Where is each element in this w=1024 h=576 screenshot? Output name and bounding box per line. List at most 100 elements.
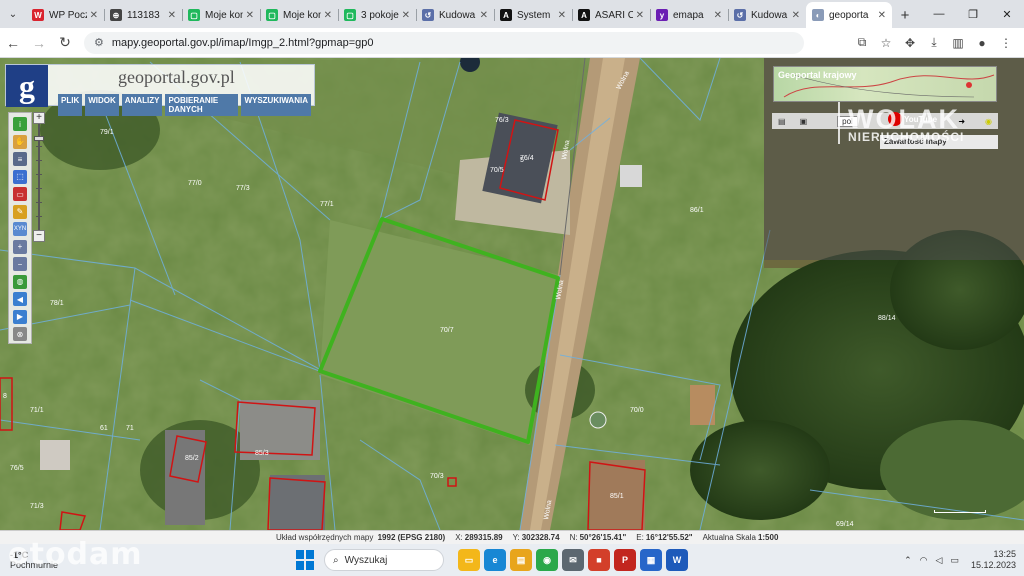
explorer-app-icon[interactable]: ▭ bbox=[458, 549, 480, 571]
forward-button[interactable]: → bbox=[26, 30, 52, 56]
eye-icon[interactable]: ◉ bbox=[985, 117, 992, 126]
pan-icon[interactable]: ✋ bbox=[13, 134, 27, 149]
browser-tab[interactable]: ▢ Moje kon ✕ bbox=[182, 2, 260, 28]
layers-icon[interactable]: ≡ bbox=[13, 152, 27, 166]
zoom-knob[interactable] bbox=[34, 136, 44, 141]
geoportal-menu-item[interactable]: POBIERANIE DANYCH bbox=[165, 94, 239, 116]
pdf-app-icon[interactable]: P bbox=[614, 549, 636, 571]
browser-tab[interactable]: ▢ 3 pokoje ✕ bbox=[338, 2, 416, 28]
measure-icon[interactable]: ▭ bbox=[13, 187, 27, 201]
overview-panel: Geoportal krajowy ▤ ▣ pol ➜ ◉ YouTube Za… bbox=[764, 58, 1024, 260]
reload-button[interactable]: ↻ bbox=[52, 30, 78, 56]
minimize-button[interactable]: — bbox=[922, 0, 956, 28]
new-tab-button[interactable]: + bbox=[892, 2, 918, 28]
tab-close-icon[interactable]: ✕ bbox=[90, 10, 98, 21]
calendar-app-icon[interactable]: ▦ bbox=[640, 549, 662, 571]
back-button[interactable]: ← bbox=[0, 30, 26, 56]
download-icon[interactable]: ⤓ bbox=[922, 35, 946, 50]
geoportal-menu-item[interactable]: WYSZUKIWANIA bbox=[241, 94, 311, 116]
parcel-label: 85/3 bbox=[255, 450, 269, 457]
tab-close-icon[interactable]: ✕ bbox=[714, 10, 722, 21]
zoom-in-button[interactable]: + bbox=[33, 112, 45, 124]
tab-title: WP Poczta bbox=[49, 9, 87, 21]
browser-menu-icon[interactable]: ⋮ bbox=[994, 36, 1018, 50]
restore-button[interactable]: ❐ bbox=[956, 0, 990, 28]
parcel-label: 70/0 bbox=[630, 407, 644, 414]
tab-favicon-icon: y bbox=[656, 9, 668, 21]
browser-tab[interactable]: ▢ Moje kon ✕ bbox=[260, 2, 338, 28]
taskbar-search[interactable]: ⌕ Wyszukaj bbox=[324, 549, 444, 571]
clock-time: 13:25 bbox=[993, 549, 1016, 559]
n-value: 50°26'15.41" bbox=[579, 533, 627, 542]
edge-app-icon[interactable]: e bbox=[484, 549, 506, 571]
bookmark-star-icon[interactable]: ☆ bbox=[874, 36, 898, 50]
tab-close-icon[interactable]: ✕ bbox=[480, 10, 488, 21]
zoom-tick bbox=[36, 188, 42, 189]
tab-close-icon[interactable]: ✕ bbox=[636, 10, 644, 21]
store-app-icon[interactable]: ■ bbox=[588, 549, 610, 571]
address-bar[interactable]: ⚙ mapy.geoportal.gov.pl/imap/Imgp_2.html… bbox=[84, 31, 804, 54]
forward-icon[interactable]: ▶ bbox=[13, 309, 27, 324]
chrome-app-icon[interactable]: ◉ bbox=[536, 549, 558, 571]
side-panel-icon[interactable]: ▥ bbox=[946, 36, 970, 50]
zoom-out-icon[interactable]: − bbox=[13, 257, 27, 271]
tab-favicon-icon: ▢ bbox=[188, 9, 200, 21]
tab-search-icon[interactable]: ⌄ bbox=[0, 0, 26, 28]
print-icon[interactable]: ▤ bbox=[778, 117, 786, 126]
n-label: N: bbox=[569, 533, 578, 542]
browser-tab[interactable]: ⊕ 113183 ✕ bbox=[104, 2, 182, 28]
geoportal-menu-item[interactable]: WIDOK bbox=[85, 94, 119, 116]
tray-overflow-icon[interactable]: ⌃ bbox=[904, 555, 912, 566]
back-icon[interactable]: ◀ bbox=[13, 292, 27, 306]
mail-app-icon[interactable]: ✉ bbox=[562, 549, 584, 571]
tab-close-icon[interactable]: ✕ bbox=[246, 10, 254, 21]
profile-icon[interactable]: ● bbox=[970, 36, 994, 50]
volume-icon[interactable]: ◁ bbox=[936, 555, 943, 566]
extensions-icon[interactable]: ✥ bbox=[898, 36, 922, 50]
browser-tab[interactable]: W WP Poczta✕ bbox=[26, 2, 104, 28]
install-app-icon[interactable]: ⧉ bbox=[850, 35, 874, 50]
start-button[interactable] bbox=[296, 550, 316, 570]
tab-close-icon[interactable]: ✕ bbox=[324, 10, 332, 21]
tab-close-icon[interactable]: ✕ bbox=[558, 10, 566, 21]
parcel-label: 85/1 bbox=[610, 493, 624, 500]
tab-close-icon[interactable]: ✕ bbox=[168, 10, 176, 21]
info-icon[interactable]: i bbox=[13, 117, 27, 131]
coordinates-icon[interactable]: XYN bbox=[13, 222, 27, 236]
word-app-icon[interactable]: W bbox=[666, 549, 688, 571]
tab-close-icon[interactable]: ✕ bbox=[402, 10, 410, 21]
network-icon[interactable]: ◠ bbox=[920, 555, 928, 566]
close-window-button[interactable]: ✕ bbox=[990, 0, 1024, 28]
globe-icon[interactable]: ◍ bbox=[13, 274, 27, 289]
clock[interactable]: 13:25 15.12.2023 bbox=[971, 549, 1016, 571]
select-icon[interactable]: ⬚ bbox=[13, 169, 27, 184]
browser-tab[interactable]: ↺ Kudowa ✕ bbox=[416, 2, 494, 28]
tab-close-icon[interactable]: ✕ bbox=[792, 10, 800, 21]
tab-favicon-icon: ↺ bbox=[422, 9, 434, 21]
parcel-label: 69/14 bbox=[836, 521, 854, 528]
zoom-out-button[interactable]: − bbox=[33, 230, 45, 242]
zoom-in-icon[interactable]: + bbox=[13, 239, 27, 254]
draw-icon[interactable]: ✎ bbox=[13, 204, 27, 219]
browser-tab[interactable]: ↺ Kudowa ✕ bbox=[728, 2, 806, 28]
url-text: mapy.geoportal.gov.pl/imap/Imgp_2.html?g… bbox=[111, 36, 374, 49]
browser-tab[interactable]: ◐ geoporta ✕ bbox=[806, 2, 892, 28]
files-app-icon[interactable]: ▤ bbox=[510, 549, 532, 571]
zoom-slider[interactable]: + − bbox=[33, 112, 45, 242]
screen: ⌄ WWP Poczta✕⊕113183✕▢Moje kon✕▢Moje kon… bbox=[0, 0, 1024, 576]
battery-icon[interactable]: ▭ bbox=[950, 555, 959, 566]
parcel-label: 8 bbox=[3, 393, 7, 400]
geoportal-menu-item[interactable]: PLIK bbox=[58, 94, 83, 116]
browser-tab[interactable]: A ASARI C ✕ bbox=[572, 2, 650, 28]
full-extent-icon[interactable]: ⊗ bbox=[13, 327, 27, 341]
browser-tab[interactable]: A System ✕ bbox=[494, 2, 572, 28]
tab-title: Moje kon bbox=[205, 9, 243, 21]
geoportal-menu-item[interactable]: ANALIZY bbox=[121, 94, 163, 116]
geoportal-logo[interactable]: g bbox=[6, 65, 48, 107]
search-placeholder: Wyszukaj bbox=[344, 554, 388, 566]
tab-favicon-icon: ◐ bbox=[812, 9, 824, 21]
tab-close-icon[interactable]: ✕ bbox=[878, 10, 886, 21]
site-info-icon[interactable]: ⚙ bbox=[94, 36, 104, 49]
browser-tab[interactable]: y emapa ✕ bbox=[650, 2, 728, 28]
save-icon[interactable]: ▣ bbox=[800, 117, 808, 126]
